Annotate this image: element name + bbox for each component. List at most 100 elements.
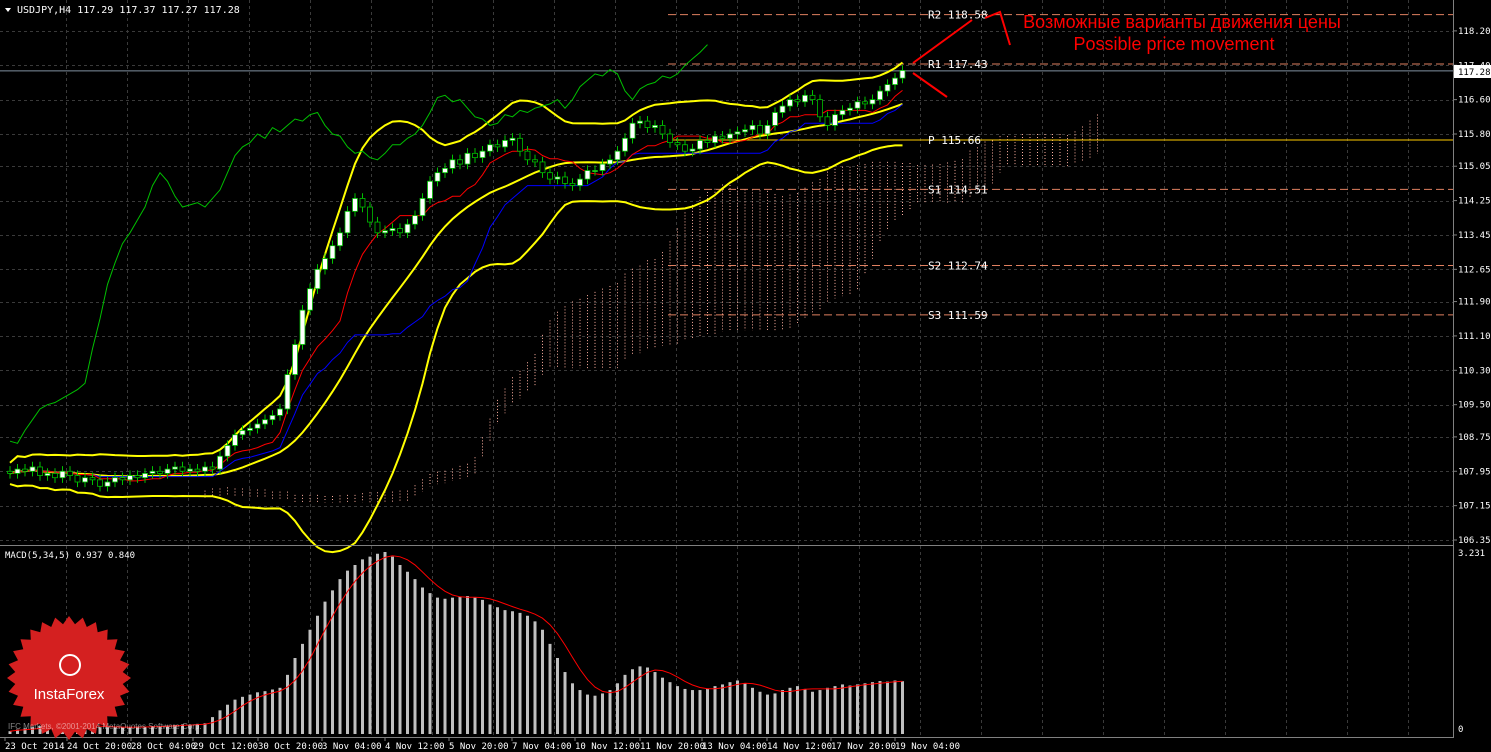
chart-svg: R2 118.58 R1 117.43 P 115.66 S1 114.51 S2 11… <box>0 0 1491 752</box>
candle-body <box>239 430 246 436</box>
candle-body <box>389 228 396 232</box>
candle-body <box>794 99 801 103</box>
current-price-label: 117.28 <box>1458 68 1491 78</box>
pivot-levels: R2 118.58 R1 117.43 P 115.66 S1 114.51 S2 11… <box>0 9 1453 322</box>
candle-body <box>719 135 726 139</box>
candle-body <box>179 466 186 472</box>
grid <box>0 0 1453 737</box>
candle-body <box>757 125 763 135</box>
candle-body <box>832 114 838 126</box>
candle-body <box>359 198 366 208</box>
candle-body <box>509 137 516 141</box>
candle-body <box>862 101 868 105</box>
x-tick-label: 4 Nov 12:00 <box>385 742 445 752</box>
candle-body <box>644 120 651 128</box>
annotation-en: Possible price movement <box>1073 34 1274 54</box>
candle-body <box>667 133 673 143</box>
candle-body <box>599 163 606 171</box>
y-tick-label: 116.60 <box>1458 96 1491 106</box>
y-tick-label: 106.35 <box>1458 536 1491 546</box>
candle-body <box>412 215 418 225</box>
candle-body <box>787 99 793 107</box>
candle-body <box>712 135 718 143</box>
candle-body <box>689 148 696 152</box>
candle-body <box>284 374 291 410</box>
candle-body <box>659 125 666 135</box>
candle-body <box>52 473 58 479</box>
candle-body <box>517 137 523 152</box>
x-tick-label: 30 Oct 20:00 <box>258 742 323 752</box>
candle-body <box>164 468 171 474</box>
candle-body <box>344 210 351 234</box>
candle-body <box>307 288 313 311</box>
candle-body <box>479 150 486 159</box>
pivot-label: R2 118.58 <box>928 9 988 22</box>
candle-body <box>592 170 598 172</box>
candle-body <box>209 466 216 470</box>
x-tick-label: 28 Oct 04:00 <box>131 742 196 752</box>
candle-body <box>74 475 81 483</box>
macd-header: MACD(5,34,5) 0.937 0.840 <box>5 551 135 561</box>
candle-body <box>742 129 748 133</box>
candle-body <box>434 172 441 182</box>
candle-body <box>539 161 546 174</box>
candle-body <box>322 258 328 270</box>
y-tick-label: 108.75 <box>1458 433 1491 443</box>
candle-body <box>217 455 223 470</box>
candle-body <box>674 142 681 146</box>
candle-body <box>419 198 426 217</box>
candle-body <box>577 178 583 186</box>
candle-body <box>37 466 43 476</box>
candle-body <box>727 133 733 139</box>
candle-body <box>502 140 508 148</box>
candle-body <box>569 183 576 186</box>
candle-body <box>134 475 141 479</box>
candle-body <box>247 427 253 431</box>
x-tick-label: 19 Nov 04:00 <box>895 742 960 752</box>
candle-body <box>839 109 846 116</box>
candle-body <box>427 180 433 199</box>
candle-body <box>877 90 883 101</box>
candle-body <box>29 466 36 472</box>
candle-body <box>67 470 73 476</box>
pivot-label: S2 112.74 <box>928 259 988 272</box>
x-tick-label: 29 Oct 12:00 <box>193 742 258 752</box>
y-tick-label: 113.45 <box>1458 231 1491 241</box>
candle-body <box>202 466 208 472</box>
x-tick-label: 5 Nov 20:00 <box>449 742 509 752</box>
candle-body <box>562 176 568 184</box>
y-tick-label: 111.10 <box>1458 332 1491 342</box>
candle-body <box>637 120 643 124</box>
x-tick-label: 24 Oct 20:00 <box>67 742 132 752</box>
y-tick-label: 118.20 <box>1458 27 1491 37</box>
x-tick-label: 17 Nov 20:00 <box>831 742 896 752</box>
candle-body <box>44 473 51 476</box>
candle-body <box>457 159 463 165</box>
pivot-label: R1 117.43 <box>928 58 988 71</box>
candle-body <box>299 309 306 345</box>
y-tick-label: 110.30 <box>1458 366 1491 376</box>
x-tick-label: 23 Oct 2014 <box>5 742 65 752</box>
candle-body <box>442 167 448 174</box>
x-tick-label: 10 Nov 12:00 <box>575 742 640 752</box>
candle-body <box>22 468 28 472</box>
candle-body <box>629 122 636 139</box>
candle-body <box>472 152 478 159</box>
x-tick-label: 3 Nov 04:00 <box>322 742 382 752</box>
candle-body <box>802 94 808 103</box>
triangle-down-icon[interactable] <box>5 8 11 12</box>
candle-body <box>314 268 321 290</box>
x-tick-label: 13 Nov 04:00 <box>702 742 767 752</box>
pivot-label: S1 114.51 <box>928 183 988 196</box>
candle-body <box>487 144 493 152</box>
y-tick-label: 115.05 <box>1458 162 1491 172</box>
candle-body <box>614 150 621 161</box>
candle-body <box>382 230 388 234</box>
candle-body <box>854 101 861 109</box>
copyright-text: IFC Markets, ©2001-2014 MetaQuotes Softw… <box>8 722 202 731</box>
candle-body <box>277 408 283 416</box>
candle-body <box>404 223 411 234</box>
candle-body <box>119 477 126 481</box>
macd-axis-bottom: 0 <box>1458 725 1463 735</box>
candle-body <box>172 466 178 470</box>
